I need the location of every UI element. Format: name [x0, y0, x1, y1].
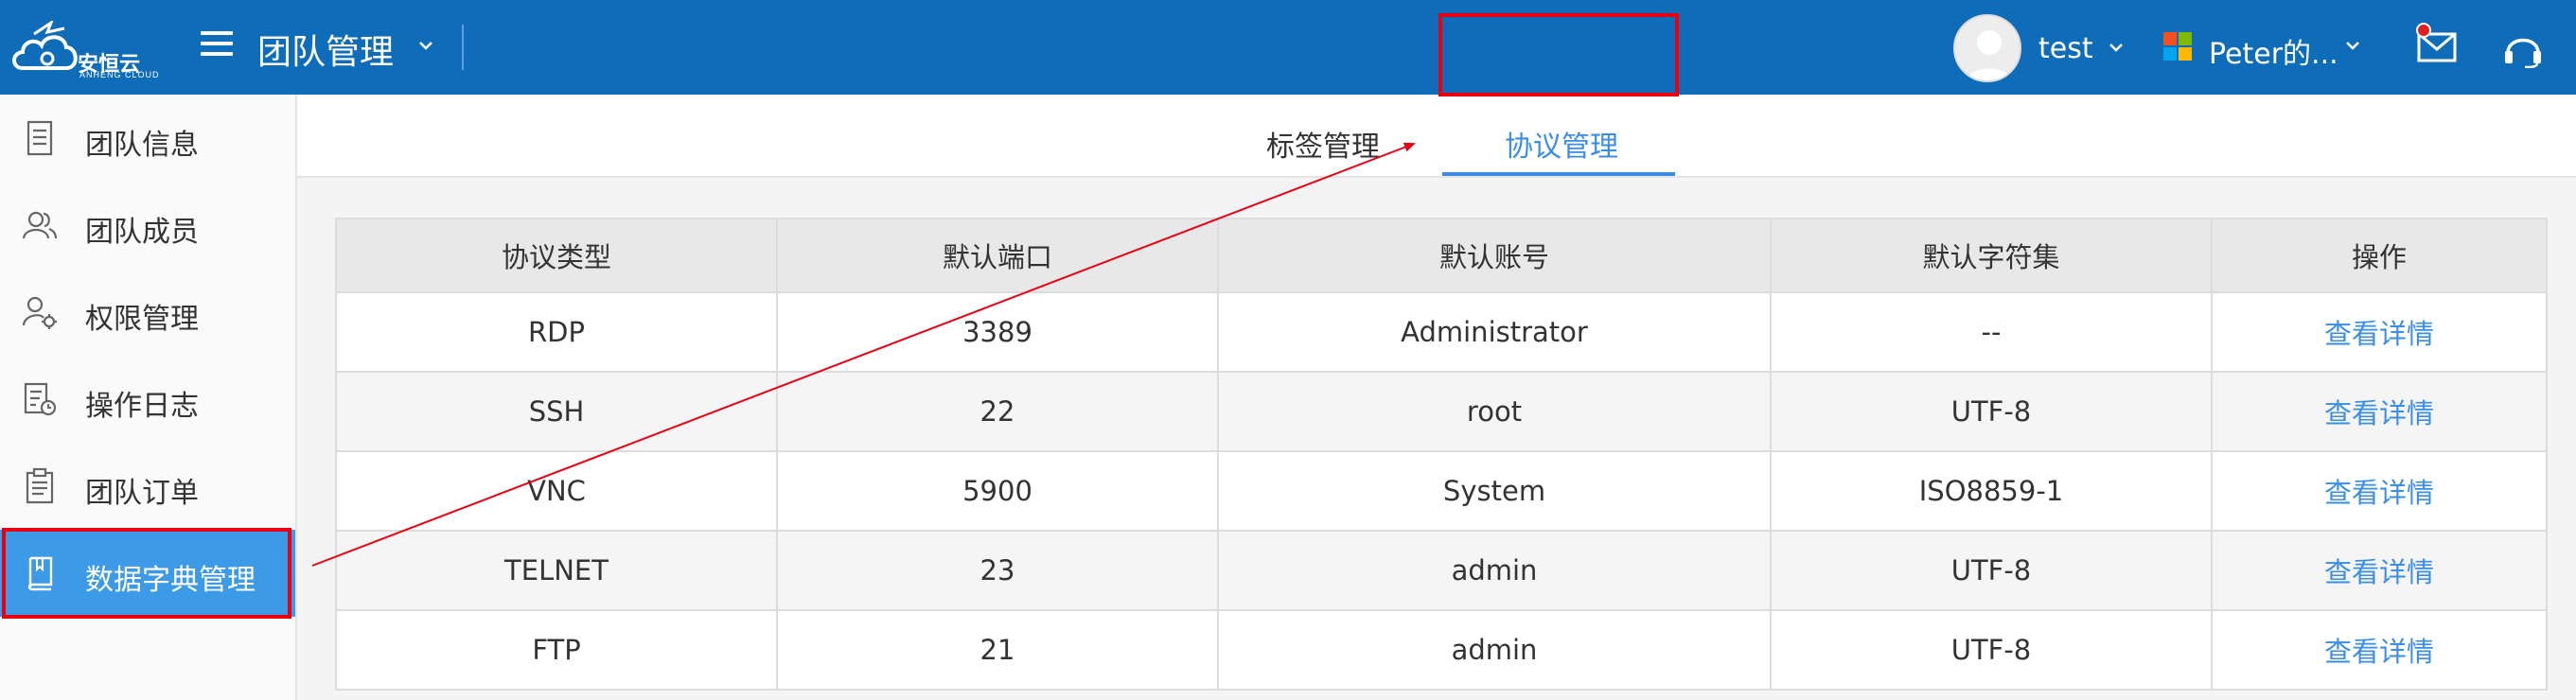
sidebar-item-label: 团队信息	[85, 129, 199, 162]
cell-protocol-type: SSH	[335, 371, 778, 452]
cell-protocol-type: TELNET	[335, 530, 778, 611]
tab-label-management[interactable]: 标签管理	[1266, 123, 1380, 165]
view-details-link[interactable]: 查看详情	[2324, 556, 2434, 588]
cloud-logo-icon	[12, 21, 78, 70]
top-header: 安恒云 ANHENG CLOUD 团队管理 test Peter的...	[0, 0, 2576, 95]
sidebar-item-team-orders[interactable]: 团队订单	[0, 443, 295, 530]
cell-default-account: admin	[1217, 609, 1772, 691]
menu-toggle-icon[interactable]	[201, 31, 233, 58]
sidebar-highlight-box	[2, 528, 291, 619]
table-row: TELNET 23 admin UTF-8 查看详情	[335, 530, 2548, 611]
sidebar-item-label: 操作日志	[85, 390, 199, 423]
table-row: RDP 3389 Administrator -- 查看详情	[335, 291, 2548, 373]
headset-icon[interactable]	[2502, 28, 2544, 68]
chevron-down-icon[interactable]	[416, 36, 435, 55]
cell-default-charset: UTF-8	[1770, 371, 2213, 452]
column-header-default-port[interactable]: 默认端口	[776, 218, 1219, 293]
log-icon	[24, 382, 57, 416]
cell-actions: 查看详情	[2211, 450, 2548, 532]
cell-actions: 查看详情	[2211, 291, 2548, 373]
cell-default-charset: UTF-8	[1770, 609, 2213, 691]
sidebar-item-permissions[interactable]: 权限管理	[0, 269, 295, 356]
cell-default-account: root	[1217, 371, 1772, 452]
cell-default-charset: --	[1770, 291, 2213, 373]
sidebar-item-label: 权限管理	[85, 303, 199, 336]
sidebar-item-label: 团队成员	[85, 216, 199, 249]
cell-protocol-type: FTP	[335, 609, 778, 691]
notification-dot	[2416, 23, 2431, 38]
cell-default-account: admin	[1217, 530, 1772, 611]
sidebar-item-team-info[interactable]: 团队信息	[0, 95, 295, 182]
column-header-default-account[interactable]: 默认账号	[1217, 218, 1772, 293]
tab-protocol-management[interactable]: 协议管理	[1505, 123, 1618, 165]
team-title-dropdown[interactable]: 团队管理	[257, 25, 394, 74]
tab-bar: 标签管理 协议管理	[297, 95, 2576, 178]
sidebar-item-operation-log[interactable]: 操作日志	[0, 356, 295, 443]
tab-highlight-box	[1438, 13, 1679, 96]
table-row: SSH 22 root UTF-8 查看详情	[335, 371, 2548, 452]
cell-default-port: 5900	[776, 450, 1219, 532]
sidebar-item-team-members[interactable]: 团队成员	[0, 182, 295, 269]
user-name-dropdown[interactable]: test	[2038, 32, 2093, 65]
cell-default-account: System	[1217, 450, 1772, 532]
table-row: VNC 5900 System ISO8859-1 查看详情	[335, 450, 2548, 532]
cell-default-port: 23	[776, 530, 1219, 611]
chevron-down-icon[interactable]	[2107, 38, 2126, 57]
chevron-down-icon[interactable]	[2343, 36, 2362, 55]
view-details-link[interactable]: 查看详情	[2324, 477, 2434, 509]
cell-default-charset: UTF-8	[1770, 530, 2213, 611]
view-details-link[interactable]: 查看详情	[2324, 397, 2434, 429]
sidebar-item-label: 团队订单	[85, 477, 199, 510]
cell-default-port: 3389	[776, 291, 1219, 373]
header-divider	[462, 25, 464, 70]
clipboard-icon	[26, 467, 54, 504]
cell-protocol-type: RDP	[335, 291, 778, 373]
logo-subtext: ANHENG CLOUD	[79, 70, 160, 79]
cell-default-account: Administrator	[1217, 291, 1772, 373]
brand-logo[interactable]: 安恒云 ANHENG CLOUD	[9, 13, 160, 81]
cell-default-port: 21	[776, 609, 1219, 691]
user-settings-icon	[22, 296, 57, 329]
cell-protocol-type: VNC	[335, 450, 778, 532]
users-icon	[22, 211, 58, 239]
cell-actions: 查看详情	[2211, 530, 2548, 611]
organization-dropdown[interactable]: Peter的...	[2209, 30, 2338, 72]
table-header-row: 协议类型 默认端口 默认账号 默认字符集 操作	[335, 218, 2548, 293]
active-tab-indicator	[1442, 172, 1675, 176]
organization-icon	[2163, 32, 2192, 61]
table-row: FTP 21 admin UTF-8 查看详情	[335, 609, 2548, 691]
user-avatar-icon	[1955, 16, 2020, 80]
protocol-table: 协议类型 默认端口 默认账号 默认字符集 操作 RDP 3389 Adminis…	[335, 218, 2548, 691]
document-icon	[26, 120, 53, 156]
view-details-link[interactable]: 查看详情	[2324, 636, 2434, 668]
column-header-actions: 操作	[2211, 218, 2548, 293]
cell-default-port: 22	[776, 371, 1219, 452]
avatar[interactable]	[1953, 14, 2021, 82]
cell-actions: 查看详情	[2211, 371, 2548, 452]
cell-actions: 查看详情	[2211, 609, 2548, 691]
cell-default-charset: ISO8859-1	[1770, 450, 2213, 532]
main-content: 标签管理 协议管理 协议类型 默认端口 默认账号 默认字符集 操作 RDP 33…	[297, 95, 2576, 700]
column-header-protocol-type[interactable]: 协议类型	[335, 218, 778, 293]
view-details-link[interactable]: 查看详情	[2324, 318, 2434, 350]
column-header-default-charset[interactable]: 默认字符集	[1770, 218, 2213, 293]
